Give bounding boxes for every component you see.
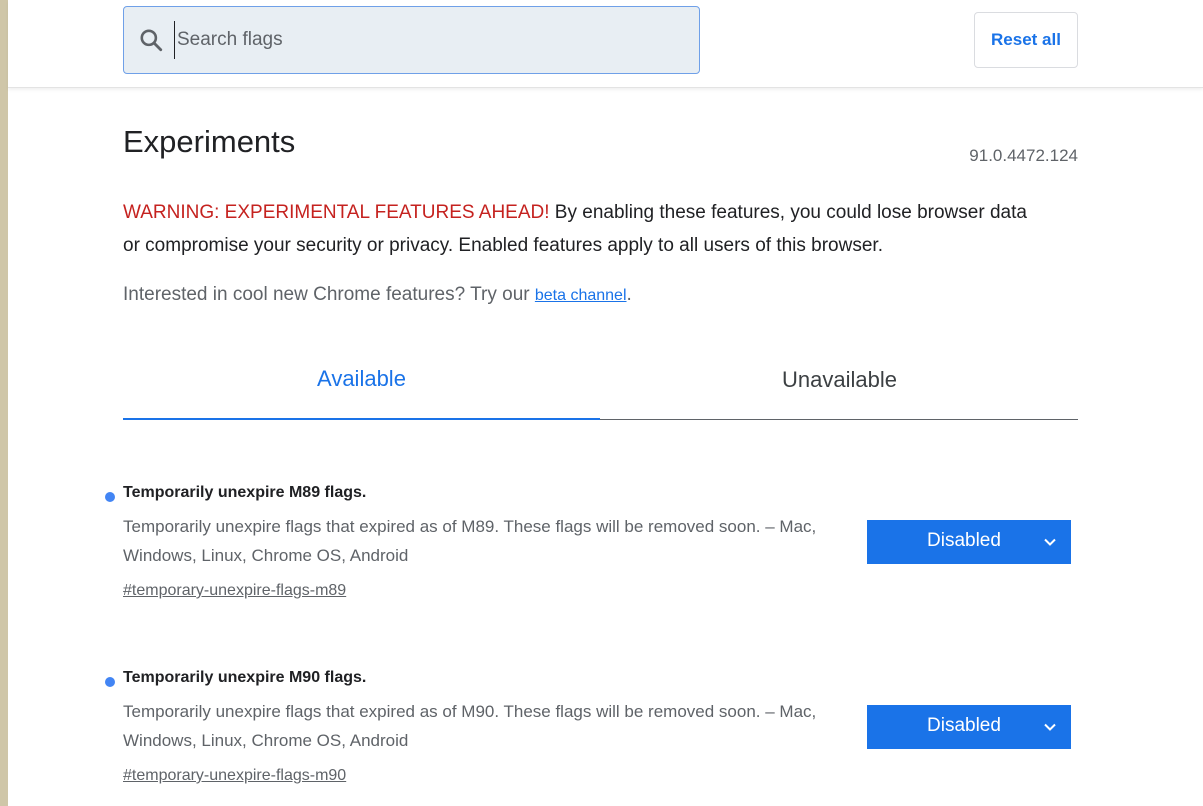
flag-description: Temporarily unexpire flags that expired … — [123, 702, 817, 750]
page-title: Experiments — [123, 124, 296, 159]
flag-indicator-dot-icon — [105, 677, 115, 687]
warning-message: WARNING: EXPERIMENTAL FEATURES AHEAD! By… — [123, 196, 1043, 262]
chevron-down-icon — [1044, 538, 1056, 546]
search-icon — [140, 29, 163, 52]
flag-state-value: Disabled — [927, 530, 1001, 551]
tab-available[interactable]: Available — [123, 340, 600, 420]
beta-promo-text: Interested in cool new Chrome features? … — [123, 284, 535, 305]
flag-indicator-dot-icon — [105, 492, 115, 502]
flag-state-select[interactable]: Disabled — [867, 705, 1071, 749]
reset-all-button[interactable]: Reset all — [974, 12, 1078, 68]
flag-permalink[interactable]: #temporary-unexpire-flags-m89 — [123, 582, 346, 600]
beta-promo-end: . — [626, 284, 632, 305]
tab-unavailable[interactable]: Unavailable — [601, 340, 1078, 419]
beta-promo: Interested in cool new Chrome features? … — [123, 284, 632, 306]
window-frame-left — [0, 0, 8, 806]
search-box[interactable] — [123, 6, 700, 74]
flag-state-select[interactable]: Disabled — [867, 520, 1071, 564]
flag-item: Temporarily unexpire M90 flags. Temporar… — [105, 669, 1075, 799]
search-input[interactable] — [174, 21, 674, 59]
header: Reset all — [8, 0, 1203, 88]
version-number: 91.0.4472.124 — [969, 146, 1078, 165]
tab-bar: Available Unavailable — [123, 340, 1078, 420]
flag-name: Temporarily unexpire M89 flags. — [123, 484, 367, 501]
flag-name: Temporarily unexpire M90 flags. — [123, 669, 367, 686]
flag-item: Temporarily unexpire M89 flags. Temporar… — [105, 484, 1075, 614]
warning-heading: WARNING: EXPERIMENTAL FEATURES AHEAD! — [123, 202, 550, 223]
chevron-down-icon — [1044, 723, 1056, 731]
beta-channel-link[interactable]: beta channel — [535, 287, 627, 304]
flag-state-value: Disabled — [927, 715, 1001, 736]
flag-description: Temporarily unexpire flags that expired … — [123, 517, 817, 565]
flag-permalink[interactable]: #temporary-unexpire-flags-m90 — [123, 767, 346, 785]
